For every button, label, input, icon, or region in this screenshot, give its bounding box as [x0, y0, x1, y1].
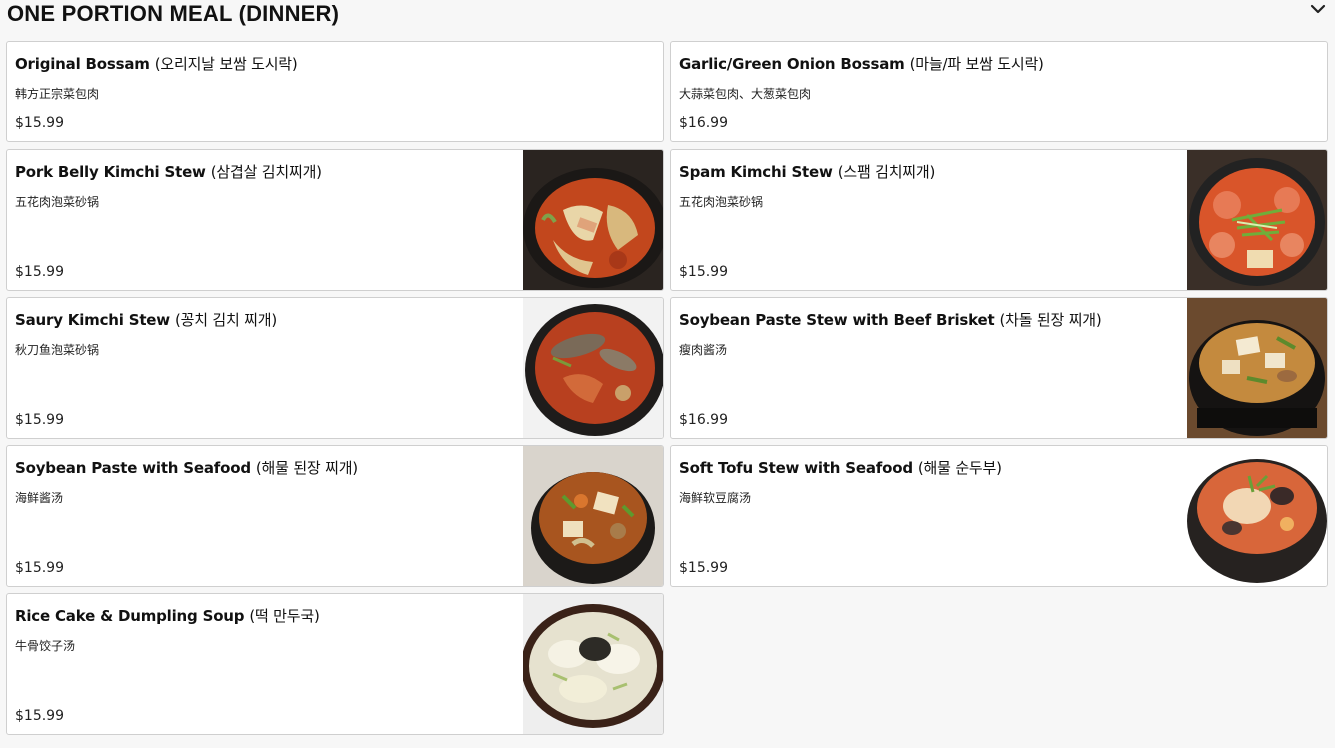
dumpling-soup-photo — [523, 594, 663, 734]
item-name-korean: (마늘/파 보쌈 도시락) — [909, 55, 1044, 73]
item-name: Pork Belly Kimchi Stew (삼겹살 김치찌개) — [15, 163, 322, 181]
soybean-seafood-photo — [523, 446, 663, 586]
section-header[interactable]: ONE PORTION MEAL (DINNER) — [0, 0, 1335, 34]
item-description: 海鲜酱汤 — [15, 491, 64, 505]
item-name: Original Bossam (오리지날 보쌈 도시락) — [15, 55, 298, 73]
item-description: 五花肉泡菜砂锅 — [679, 195, 764, 209]
item-name-korean: (차돌 된장 찌개) — [999, 311, 1102, 329]
item-name-korean: (해물 순두부) — [917, 459, 1002, 477]
menu-item-card[interactable]: Garlic/Green Onion Bossam (마늘/파 보쌈 도시락) … — [670, 41, 1328, 142]
menu-item-card[interactable]: Original Bossam (오리지날 보쌈 도시락) 韩方正宗菜包肉 $1… — [6, 41, 664, 142]
item-price: $15.99 — [15, 412, 64, 428]
item-price: $16.99 — [679, 115, 728, 131]
item-name-korean: (해물 된장 찌개) — [255, 459, 358, 477]
soybean-brisket-photo — [1187, 298, 1327, 438]
menu-item-card[interactable]: Soybean Paste Stew with Beef Brisket (차돌… — [670, 297, 1328, 439]
menu-item-card[interactable]: Saury Kimchi Stew (꽁치 김치 찌개) 秋刀鱼泡菜砂锅 $15… — [6, 297, 664, 439]
item-name-korean: (스팸 김치찌개) — [837, 163, 936, 181]
item-description: 五花肉泡菜砂锅 — [15, 195, 100, 209]
item-name-korean: (떡 만두국) — [249, 607, 320, 625]
soft-tofu-photo — [1187, 446, 1327, 586]
kimchi-stew-photo — [523, 150, 663, 290]
menu-item-card[interactable]: Pork Belly Kimchi Stew (삼겹살 김치찌개) 五花肉泡菜砂… — [6, 149, 664, 291]
item-description: 大蒜菜包肉、大葱菜包肉 — [679, 87, 812, 101]
item-name: Rice Cake & Dumpling Soup (떡 만두국) — [15, 607, 320, 625]
spam-stew-photo — [1187, 150, 1327, 290]
item-name: Soft Tofu Stew with Seafood (해물 순두부) — [679, 459, 1002, 477]
item-name-korean: (오리지날 보쌈 도시락) — [154, 55, 298, 73]
item-description: 韩方正宗菜包肉 — [15, 87, 100, 101]
item-price: $15.99 — [679, 264, 728, 280]
item-description: 牛骨饺子汤 — [15, 639, 76, 653]
item-name: Garlic/Green Onion Bossam (마늘/파 보쌈 도시락) — [679, 55, 1044, 73]
item-name: Soybean Paste with Seafood (해물 된장 찌개) — [15, 459, 358, 477]
item-name: Spam Kimchi Stew (스팸 김치찌개) — [679, 163, 936, 181]
item-name: Saury Kimchi Stew (꽁치 김치 찌개) — [15, 311, 278, 329]
menu-item-card[interactable]: Rice Cake & Dumpling Soup (떡 만두국) 牛骨饺子汤 … — [6, 593, 664, 735]
item-description: 海鲜软豆腐汤 — [679, 491, 752, 505]
item-price: $16.99 — [679, 412, 728, 428]
menu-grid: Original Bossam (오리지날 보쌈 도시락) 韩方正宗菜包肉 $1… — [6, 41, 1328, 741]
menu-item-card[interactable]: Soft Tofu Stew with Seafood (해물 순두부) 海鲜软… — [670, 445, 1328, 587]
item-price: $15.99 — [15, 708, 64, 724]
chevron-down-icon[interactable] — [1309, 2, 1327, 18]
item-price: $15.99 — [15, 115, 64, 131]
menu-item-card[interactable]: Spam Kimchi Stew (스팸 김치찌개) 五花肉泡菜砂锅 $15.9… — [670, 149, 1328, 291]
item-name-korean: (꽁치 김치 찌개) — [174, 311, 278, 329]
section-title: ONE PORTION MEAL (DINNER) — [7, 1, 340, 26]
item-name-korean: (삼겹살 김치찌개) — [210, 163, 322, 181]
item-price: $15.99 — [679, 560, 728, 576]
item-price: $15.99 — [15, 560, 64, 576]
saury-stew-photo — [523, 298, 663, 438]
item-description: 瘦肉酱汤 — [679, 343, 728, 357]
menu-item-card[interactable]: Soybean Paste with Seafood (해물 된장 찌개) 海鲜… — [6, 445, 664, 587]
item-name: Soybean Paste Stew with Beef Brisket (차돌… — [679, 311, 1102, 329]
item-price: $15.99 — [15, 264, 64, 280]
item-description: 秋刀鱼泡菜砂锅 — [15, 343, 100, 357]
